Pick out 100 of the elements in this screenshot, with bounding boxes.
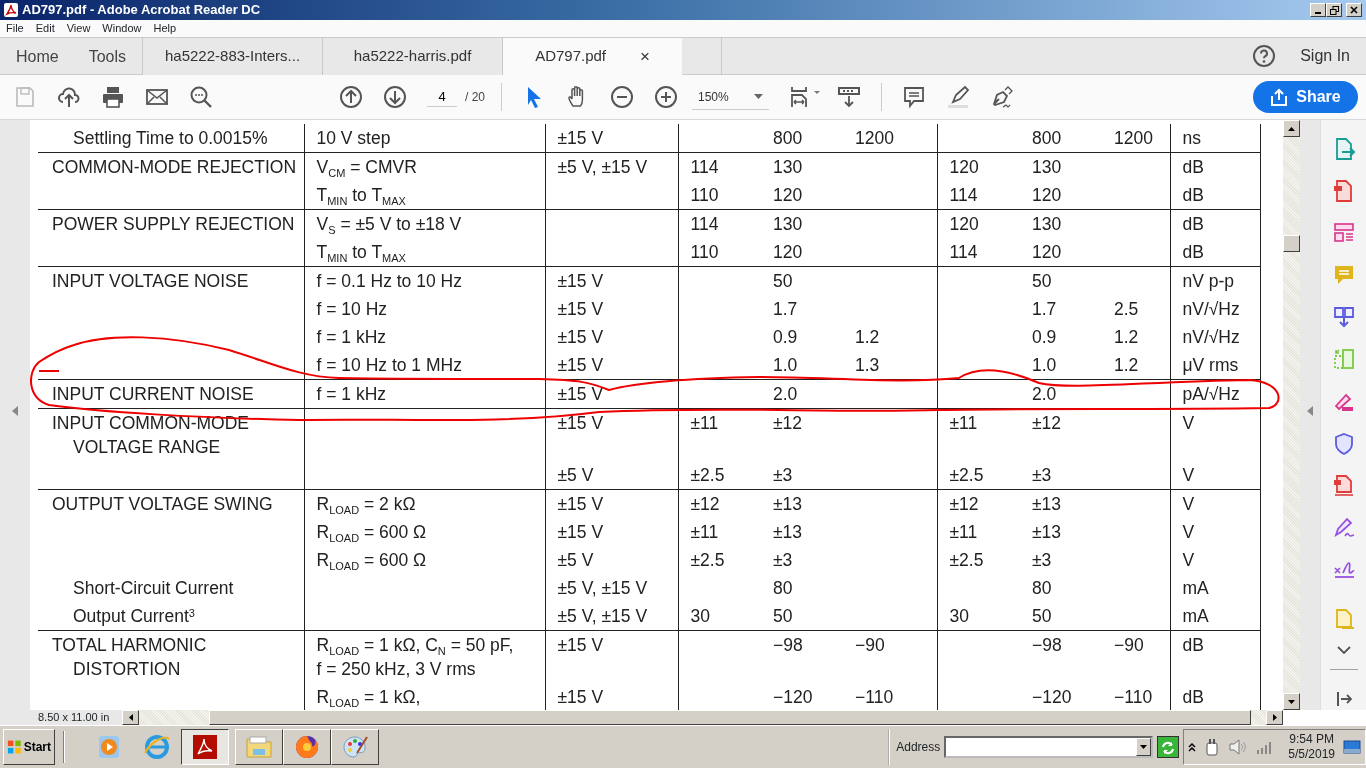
table-cell: 1.7: [773, 299, 798, 319]
down-arrow-icon: [1288, 699, 1295, 704]
menu-item[interactable]: Window: [96, 20, 148, 37]
collapse-panel-icon[interactable]: [1335, 690, 1352, 707]
table-cell: ±13: [773, 494, 803, 514]
chevron-up-icon[interactable]: [1188, 742, 1197, 752]
table-cell-text: Short-Circuit Current: [72, 577, 235, 600]
print-icon: [101, 85, 125, 109]
table-cell: 50: [1032, 606, 1052, 626]
scroll-left-button[interactable]: [122, 710, 139, 725]
highlighter-icon: [946, 85, 970, 109]
table-cell: 2.5: [1114, 299, 1139, 319]
table-cell: ±15 V: [557, 384, 604, 404]
minimize-button[interactable]: [1310, 3, 1326, 17]
table-cell: ±15 V: [557, 635, 604, 655]
menu-item[interactable]: File: [0, 20, 30, 37]
table-cell: 1.2: [855, 327, 880, 347]
menu-item[interactable]: Help: [147, 20, 183, 37]
scroll-mode-icon: [837, 85, 861, 109]
help-icon[interactable]: [1252, 44, 1277, 68]
table-cell-text: Output Current$^{3}$: [72, 605, 196, 628]
clock-date: 5/5/2019: [1288, 747, 1335, 762]
menu-item[interactable]: Edit: [29, 20, 61, 37]
table-cell: 1.0: [1032, 355, 1057, 375]
table-cell: 1200: [855, 128, 894, 148]
close-tab-button[interactable]: ×: [640, 43, 650, 70]
table-cell: 2.0: [1032, 384, 1057, 404]
page-number-field[interactable]: 4: [427, 86, 457, 108]
scrollbar-thumb[interactable]: [1283, 235, 1300, 252]
document-app-icon: [191, 733, 219, 761]
table-cell: ±3: [773, 550, 793, 570]
document-tab[interactable]: AD797.pdf ×: [502, 38, 683, 75]
chevron-down-icon[interactable]: [1336, 645, 1351, 654]
table-cell: V: [1182, 550, 1195, 570]
table-cell: 120: [949, 157, 979, 177]
table-cell: 50: [1032, 271, 1052, 291]
table-cell: −120: [1032, 687, 1072, 707]
previous-page-icon: [339, 85, 363, 109]
table-cell: ±13: [773, 522, 803, 542]
table-cell-text: INPUT COMMON-MODE VOLTAGE RANGE: [52, 412, 251, 459]
table-cell-text: OUTPUT VOLTAGE SWING: [52, 493, 274, 516]
table-cell: 10 V step: [316, 128, 391, 148]
table-cell: 30: [949, 606, 969, 626]
table-cell: 114: [949, 242, 978, 262]
table-cell: ±15 V: [557, 413, 604, 433]
go-button[interactable]: [1157, 736, 1180, 758]
table-cell: ns: [1182, 128, 1201, 148]
table-cell: f = 0.1 Hz to 10 Hz: [316, 271, 462, 291]
sign-in-link[interactable]: Sign In: [1300, 44, 1350, 68]
close-button[interactable]: [1346, 3, 1362, 17]
table-cell: ±12: [690, 494, 720, 514]
table-cell: −90: [1114, 635, 1144, 655]
table-cell: 50: [773, 606, 793, 626]
scroll-up-button[interactable]: [1283, 120, 1300, 137]
taskbar-app-button[interactable]: [181, 729, 229, 765]
table-cell: ±11: [949, 413, 978, 433]
next-page-icon: [383, 85, 407, 109]
palette-icon: [341, 733, 369, 761]
speaker-icon[interactable]: [1228, 738, 1249, 756]
table-cell: ±15 V: [557, 271, 604, 291]
table-cell: 80: [773, 578, 793, 598]
table-cell: f = 10 Hz: [316, 299, 388, 319]
table-cell: nV/√Hz: [1182, 299, 1240, 319]
power-plug-icon[interactable]: [1204, 737, 1221, 757]
scroll-right-button[interactable]: [1266, 710, 1283, 725]
nav-tab[interactable]: Tools: [72, 38, 141, 74]
table-cell: 1.7: [1032, 299, 1057, 319]
documents-icon[interactable]: [1331, 305, 1356, 330]
table-cell: 130: [1032, 214, 1062, 234]
table-cell: −98: [1032, 635, 1062, 655]
table-cell: dB: [1182, 635, 1204, 655]
table-cell: ±2.5: [949, 465, 984, 485]
show-desktop-icon[interactable]: [1343, 740, 1361, 754]
document-icon[interactable]: [1331, 473, 1356, 498]
address-field[interactable]: [944, 736, 1154, 758]
start-button[interactable]: Start: [3, 729, 55, 765]
table-cell: ±12: [1032, 413, 1062, 433]
right-arrow-icon: [1272, 714, 1277, 721]
document-tab[interactable]: ha5222-harris.pdf: [322, 38, 503, 75]
restore-button[interactable]: [1326, 3, 1342, 17]
table-cell: ±13: [1032, 494, 1062, 514]
table-cell-text: Settling Time to 0.0015%: [72, 127, 269, 150]
table-cell: 80: [1032, 578, 1052, 598]
nav-tab[interactable]: Home: [0, 38, 73, 74]
table-cell: 110: [690, 242, 719, 262]
menu-item[interactable]: View: [60, 20, 97, 37]
document-tab[interactable]: ha5222-883-Inters...: [142, 38, 323, 75]
zoom-dropdown[interactable]: 150%: [692, 84, 769, 110]
scrollbar-track[interactable]: [1283, 120, 1300, 710]
table-cell: 0.9: [773, 327, 798, 347]
table-cell: 120: [1032, 242, 1062, 262]
table-cell: −110: [855, 687, 894, 707]
collapse-right-icon[interactable]: [1307, 406, 1313, 416]
share-button[interactable]: Share: [1253, 81, 1358, 113]
table-cell: dB: [1182, 687, 1204, 707]
expand-left-icon[interactable]: [12, 406, 18, 416]
table-cell: 800: [1032, 128, 1062, 148]
table-cell: mA: [1182, 606, 1209, 626]
table-cell: f = 10 Hz to 1 MHz: [316, 355, 462, 375]
scroll-down-button[interactable]: [1283, 693, 1300, 710]
